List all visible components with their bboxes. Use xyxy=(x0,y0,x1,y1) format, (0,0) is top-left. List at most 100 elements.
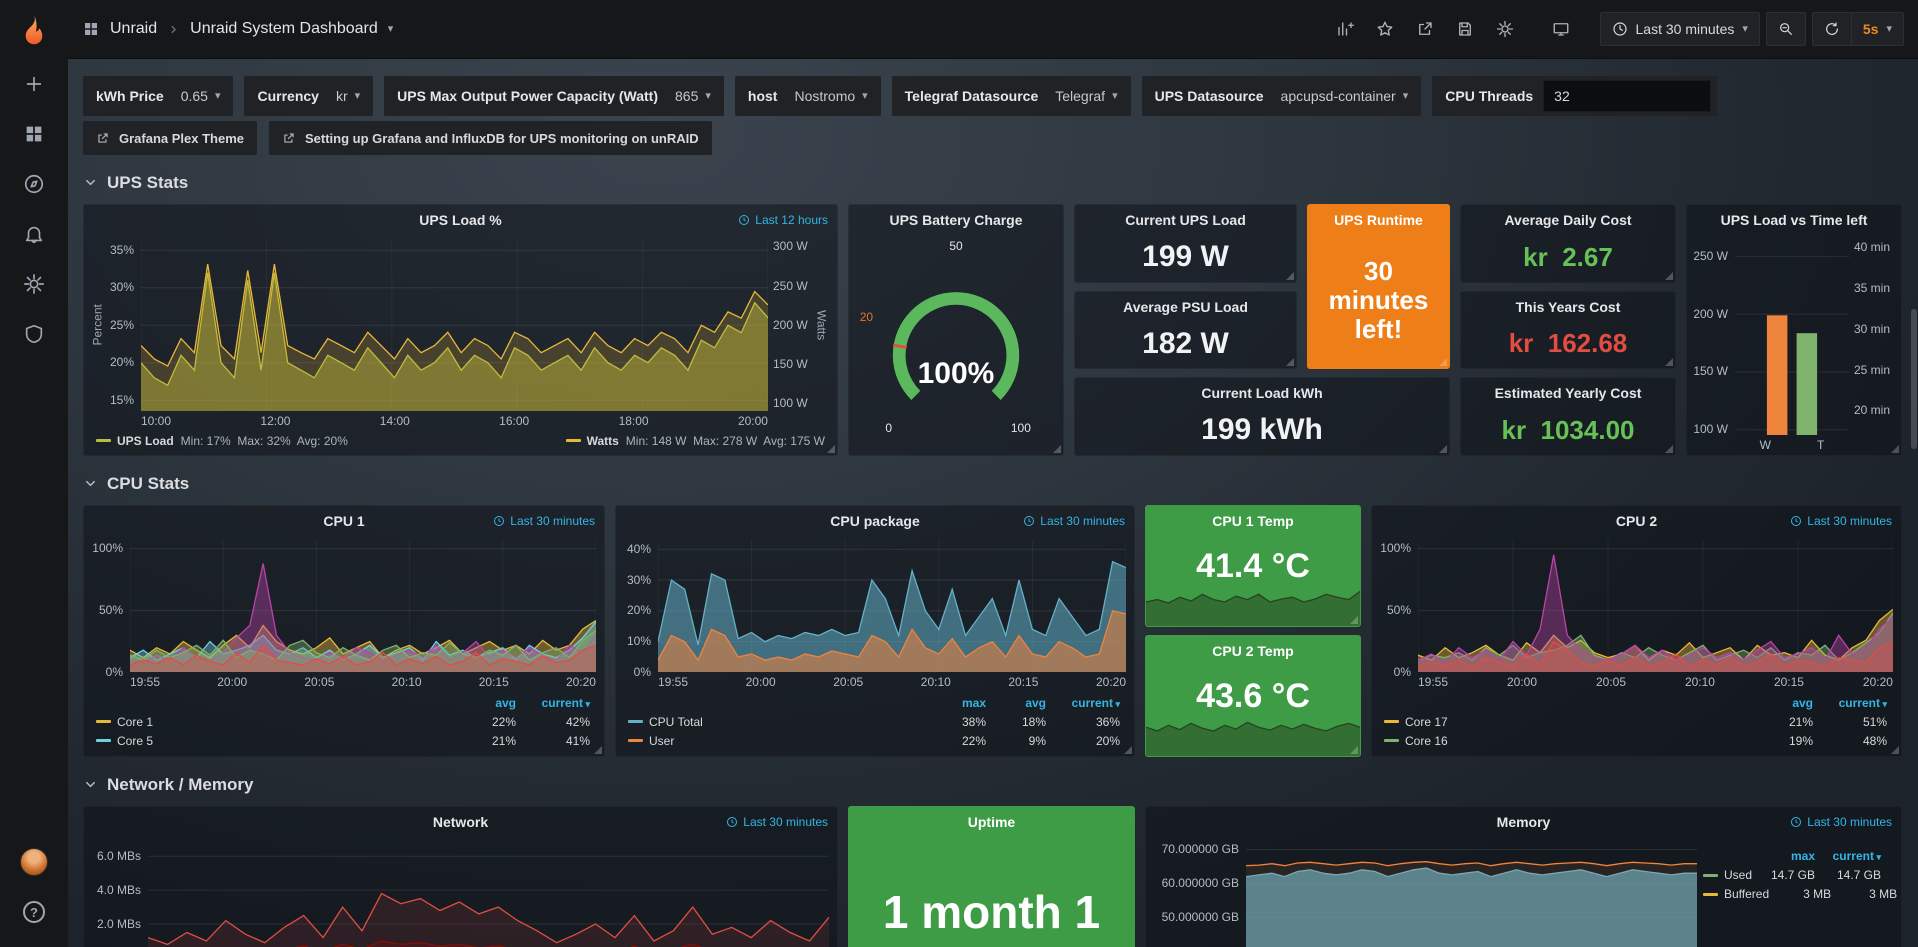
variable-cpu-threads: CPU Threads xyxy=(1432,76,1717,116)
legend-series-ups-load[interactable]: UPS LoadMin: 17% Max: 32% Avg: 20% xyxy=(96,434,348,448)
panel-title[interactable]: CPU 2 Temp xyxy=(1146,636,1360,664)
panel-title[interactable]: CPU 1 Temp xyxy=(1146,506,1360,534)
panel-title[interactable]: Network xyxy=(84,807,837,835)
variable-value-dropdown[interactable]: kr▾ xyxy=(329,88,367,104)
legend-series-row[interactable]: Core 1 22% 42% xyxy=(96,712,590,731)
legend-col-current[interactable]: current xyxy=(516,696,590,710)
legend-col-current[interactable]: current xyxy=(1815,849,1881,863)
y-axis-left: 100%50%0% xyxy=(90,540,130,673)
sidebar-item-profile[interactable] xyxy=(0,837,68,887)
cpu-threads-input[interactable] xyxy=(1543,80,1711,112)
sidebar-item-help[interactable]: ? xyxy=(0,887,68,937)
dashboard-settings-button[interactable] xyxy=(1488,12,1522,46)
scrollbar-thumb[interactable] xyxy=(1911,309,1917,449)
zoom-out-button[interactable] xyxy=(1767,13,1805,45)
legend-series-row[interactable]: Buffered 3 MB 3 MB xyxy=(1703,885,1881,904)
panel-title[interactable]: UPS Load % xyxy=(84,205,837,233)
legend-series-row[interactable]: Core 16 19% 48% xyxy=(1384,731,1887,750)
sidebar-item-alerting[interactable] xyxy=(0,209,68,259)
monitor-icon xyxy=(1552,20,1570,38)
panel-time-override[interactable]: Last 30 minutes xyxy=(1023,514,1125,528)
ups-load-chart[interactable] xyxy=(141,239,768,412)
panel-title[interactable]: Average Daily Cost xyxy=(1461,205,1675,233)
variable-value-dropdown[interactable]: Nostromo▾ xyxy=(787,88,874,104)
breadcrumb-dashboard-title[interactable]: Unraid System Dashboard xyxy=(190,20,378,38)
star-button[interactable] xyxy=(1368,12,1402,46)
dashboard-link-ups-guide[interactable]: Setting up Grafana and InfluxDB for UPS … xyxy=(269,121,712,155)
legend-col-max[interactable]: max xyxy=(1753,849,1815,863)
y-axis-left: 100%50%0% xyxy=(1378,540,1418,673)
cpu2-chart[interactable] xyxy=(1418,540,1893,673)
panel-time-override[interactable]: Last 30 minutes xyxy=(493,514,595,528)
legend-col-avg[interactable]: avg xyxy=(454,696,516,710)
load-vs-time-chart[interactable] xyxy=(1735,239,1849,436)
legend-col-max[interactable]: max xyxy=(926,696,986,710)
gauge-label-min: 0 xyxy=(885,421,892,435)
panel-time-override[interactable]: Last 12 hours xyxy=(738,213,828,227)
legend-series-row[interactable]: CPU Total 38% 18% 36% xyxy=(628,712,1120,731)
cpu1-chart[interactable] xyxy=(130,540,596,673)
sidebar-item-create[interactable] xyxy=(0,59,68,109)
refresh-button[interactable] xyxy=(1813,13,1851,45)
share-button[interactable] xyxy=(1408,12,1442,46)
legend-series-watts[interactable]: WattsMin: 148 W Max: 278 W Avg: 175 W xyxy=(566,434,825,448)
variable-value-dropdown[interactable]: Telegraf▾ xyxy=(1048,88,1124,104)
panel-cpu-package-graph: CPU package Last 30 minutes 40%30%20%10%… xyxy=(615,505,1135,757)
legend-series-row[interactable]: Core 17 21% 51% xyxy=(1384,712,1887,731)
topbar: Unraid Unraid System Dashboard ▾ Last 30… xyxy=(68,0,1918,59)
panel-estimated-yearly-cost: Estimated Yearly Cost kr 1034.00 xyxy=(1460,377,1676,456)
panel-title[interactable]: Current Load kWh xyxy=(1075,378,1449,406)
caret-down-icon[interactable]: ▾ xyxy=(388,24,394,35)
clock-icon xyxy=(1023,515,1035,527)
panel-title[interactable]: UPS Runtime xyxy=(1308,205,1449,233)
variable-value-dropdown[interactable]: 0.65▾ xyxy=(174,88,228,104)
cpu-package-chart[interactable] xyxy=(658,540,1126,673)
panel-time-override[interactable]: Last 30 minutes xyxy=(1790,815,1892,829)
avatar xyxy=(20,848,48,876)
breadcrumb-folder[interactable]: Unraid xyxy=(110,20,157,38)
dashboard-link-plex-theme[interactable]: Grafana Plex Theme xyxy=(83,121,257,155)
panel-time-override[interactable]: Last 30 minutes xyxy=(726,815,828,829)
cost-stats-column: Average Daily Cost kr 2.67 This Years Co… xyxy=(1460,204,1676,456)
legend-series-row[interactable]: Core 5 21% 41% xyxy=(96,731,590,750)
sidebar-item-dashboards[interactable] xyxy=(0,109,68,159)
legend-col-current[interactable]: current xyxy=(1046,696,1120,710)
panel-title[interactable]: Estimated Yearly Cost xyxy=(1461,378,1675,406)
caret-down-icon: ▾ xyxy=(862,91,868,102)
panel-title[interactable]: UPS Battery Charge xyxy=(849,205,1063,233)
save-button[interactable] xyxy=(1448,12,1482,46)
section-header-cpu-stats[interactable]: CPU Stats xyxy=(83,471,1902,496)
panel-cpu2-temp: CPU 2 Temp 43.6 °C xyxy=(1145,635,1361,757)
variable-value-dropdown[interactable]: 865▾ xyxy=(668,88,718,104)
panel-time-override[interactable]: Last 30 minutes xyxy=(1790,514,1892,528)
panel-title[interactable]: UPS Load vs Time left xyxy=(1687,205,1901,233)
panel-title[interactable]: Current UPS Load xyxy=(1075,205,1296,233)
legend-series-row[interactable]: User 22% 9% 20% xyxy=(628,731,1120,750)
network-chart[interactable] xyxy=(148,841,829,947)
grafana-logo[interactable] xyxy=(0,0,68,59)
legend-col-avg[interactable]: avg xyxy=(1751,696,1813,710)
panel-title[interactable]: Average PSU Load xyxy=(1075,292,1296,320)
memory-chart[interactable] xyxy=(1246,841,1697,947)
panel-title[interactable]: This Years Cost xyxy=(1461,292,1675,320)
stat-value: 199 kWh xyxy=(1075,406,1449,455)
stat-value: 1 month 1 xyxy=(849,885,1134,939)
variable-label: Currency xyxy=(257,88,318,104)
refresh-interval-button[interactable]: 5s ▾ xyxy=(1851,13,1903,45)
panel-title[interactable]: Memory xyxy=(1146,807,1901,835)
x-axis: 19:5520:0020:0520:1020:1520:20 xyxy=(130,672,596,692)
legend-series-row[interactable]: Used 14.7 GB 14.7 GB xyxy=(1703,866,1881,885)
external-link-icon xyxy=(96,131,110,145)
add-panel-button[interactable] xyxy=(1328,12,1362,46)
time-range-button[interactable]: Last 30 minutes ▾ xyxy=(1601,13,1759,45)
section-header-ups-stats[interactable]: UPS Stats xyxy=(83,170,1902,195)
variable-value-dropdown[interactable]: apcupsd-container▾ xyxy=(1274,88,1416,104)
sidebar-item-explore[interactable] xyxy=(0,159,68,209)
cycle-view-button[interactable] xyxy=(1544,12,1578,46)
sidebar-item-configuration[interactable] xyxy=(0,259,68,309)
legend-col-avg[interactable]: avg xyxy=(986,696,1046,710)
legend-col-current[interactable]: current xyxy=(1813,696,1887,710)
section-header-network-memory[interactable]: Network / Memory xyxy=(83,772,1902,797)
sidebar-item-server-admin[interactable] xyxy=(0,309,68,359)
panel-title[interactable]: Uptime xyxy=(849,807,1134,835)
